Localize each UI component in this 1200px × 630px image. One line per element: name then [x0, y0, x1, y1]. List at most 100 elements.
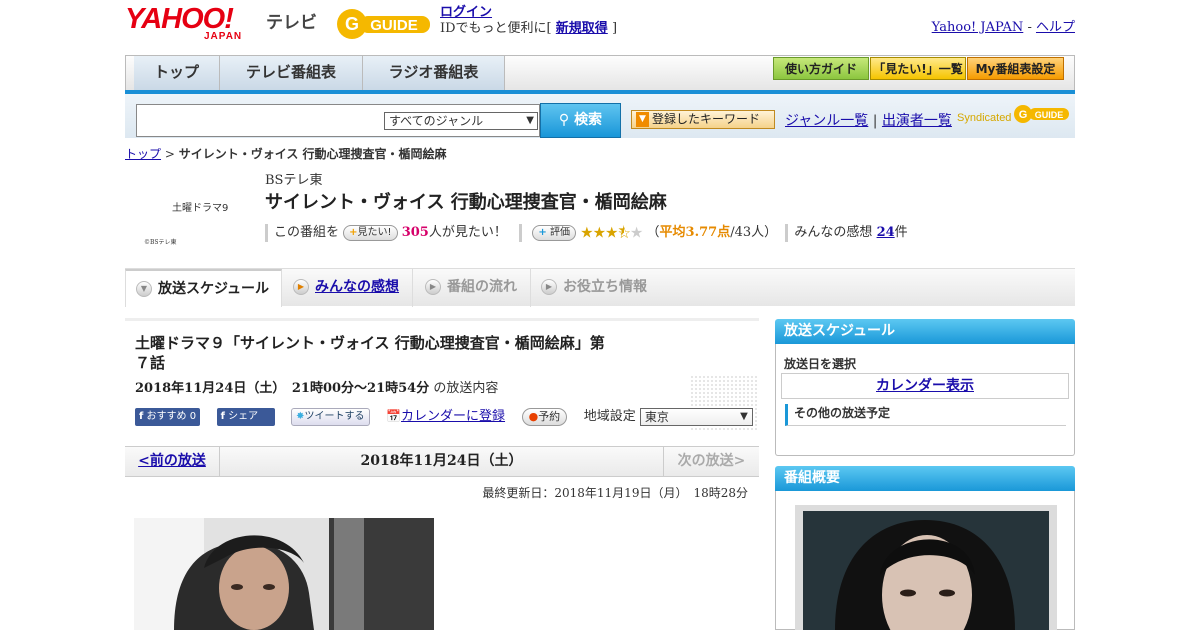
breadcrumb-top[interactable]: トップ: [125, 147, 161, 161]
want-list-button[interactable]: 「見たい!」一覧: [870, 57, 966, 80]
want-button[interactable]: +見たい!: [343, 224, 398, 241]
syndicated-guide-text: GUIDE: [1035, 110, 1064, 120]
region-select[interactable]: 東京 ▼: [639, 407, 753, 426]
program-title: サイレント・ヴォイス 行動心理捜査官・楯岡絵麻: [265, 192, 667, 213]
share-label: シェア: [228, 410, 259, 422]
tv-label[interactable]: テレビ: [266, 8, 317, 33]
program-key-visual: [795, 505, 1057, 630]
plus-icon: +: [538, 226, 547, 238]
gguide-text: GUIDE: [370, 17, 418, 34]
tab-useful-info[interactable]: ▶ お役立ち情報: [531, 269, 661, 307]
tab-reviews[interactable]: ▶ みんなの感想: [283, 269, 413, 307]
rating-open: （: [646, 225, 660, 240]
calendar-icon: 📅: [386, 409, 402, 423]
japan-logo-text: JAPAN: [204, 31, 243, 42]
record-dot-icon: ●: [528, 409, 539, 423]
top-links: Yahoo! JAPAN - ヘルプ: [932, 16, 1075, 35]
episode-date-value: 2018年11月24日（土） 21時00分～21時54分: [135, 381, 430, 396]
genre-links-divider: |: [872, 113, 878, 129]
facebook-icon: f: [220, 410, 225, 422]
tab-reviews-label: みんなの感想: [315, 279, 399, 295]
tweet-button[interactable]: ✸ツイートする: [291, 407, 370, 426]
login-area: ログイン IDでもっと便利に[ 新規取得 ]: [440, 5, 617, 37]
episode-photo: [134, 518, 434, 630]
keyword-button-label: 登録したキーワード: [652, 112, 761, 126]
chevron-down-icon: ▼: [136, 281, 152, 297]
syndicated-text: Syndicated: [957, 112, 1011, 124]
dropdown-arrow-icon: ▼: [636, 112, 649, 127]
performer-list-link[interactable]: 出演者一覧: [882, 113, 952, 129]
stats-divider: [785, 223, 789, 242]
chevron-down-icon: ▼: [740, 410, 748, 422]
program-stats: この番組を +見たい! 305人が見たい！ + 評価 ★★★☆ ★ ★ （平均3.7…: [265, 221, 908, 242]
rating-average: 平均3.77点: [659, 225, 731, 240]
help-link[interactable]: ヘルプ: [1036, 20, 1075, 35]
rating-button-label: 評価: [549, 226, 570, 238]
next-broadcast-link[interactable]: 次の放送>: [663, 447, 759, 476]
want-button-label: 見たい!: [357, 226, 392, 238]
chevron-right-icon: ▶: [425, 279, 441, 295]
facebook-recommend-button[interactable]: f おすすめ 0: [135, 407, 201, 426]
breadcrumb-current: サイレント・ヴォイス 行動心理捜査官・楯岡絵麻: [178, 147, 447, 161]
want-prefix: この番組を: [274, 225, 340, 240]
episode-actions: f おすすめ 0 f シェア ✸ツイートする 📅カレンダーに登録 ●予約 地域設…: [135, 405, 753, 426]
login-text: IDでもっと便利に[: [440, 21, 552, 36]
rating-stars: ★★★☆ ★ ★: [580, 221, 643, 242]
channel-name: BSテレ東: [265, 173, 323, 188]
nav-tab-radio[interactable]: ラジオ番組表: [363, 56, 505, 91]
yahoo-japan-link[interactable]: Yahoo! JAPAN: [932, 20, 1024, 35]
rating-button[interactable]: + 評価: [532, 224, 576, 241]
broadcast-pager: <前の放送 2018年11月24日（土） 次の放送>: [125, 446, 759, 477]
my-schedule-button[interactable]: My番組表設定: [967, 57, 1064, 80]
chevron-right-icon: ▶: [293, 279, 309, 295]
want-suffix: 人が見たい！: [428, 225, 507, 240]
nav-tab-top[interactable]: トップ: [134, 56, 220, 91]
tab-program-flow[interactable]: ▶ 番組の流れ: [415, 269, 531, 307]
program-logo-credit: ©BSテレ東: [144, 239, 177, 246]
gguide-logo[interactable]: G GUIDE: [334, 6, 434, 42]
login-link[interactable]: ログイン: [440, 5, 492, 20]
region-select-value: 東京: [644, 409, 669, 424]
previous-broadcast-link[interactable]: <前の放送: [125, 447, 220, 476]
reserve-button[interactable]: ●予約: [521, 407, 568, 426]
main-nav: トップ テレビ番組表 ラジオ番組表 使い方ガイド 「見たい!」一覧 My番組表設…: [125, 55, 1075, 92]
yahoo-japan-logo[interactable]: YAHOO! JAPAN: [125, 5, 263, 43]
chevron-right-icon: ▶: [541, 279, 557, 295]
breadcrumb: トップ > サイレント・ヴォイス 行動心理捜査官・楯岡絵麻: [125, 145, 447, 162]
episode-date: 2018年11月24日（土） 21時00分～21時54分 の放送内容: [135, 377, 498, 396]
nav-tab-tv[interactable]: テレビ番組表: [220, 56, 363, 91]
stats-divider: [265, 223, 268, 242]
episode-title: 土曜ドラマ９「サイレント・ヴォイス 行動心理捜査官・楯岡絵麻」第７話: [135, 334, 605, 372]
select-date-label: 放送日を選択: [784, 357, 857, 371]
tweet-label: ツイートする: [304, 410, 365, 422]
region-label: 地域設定: [583, 409, 636, 424]
calendar-register-link[interactable]: カレンダーに登録: [401, 409, 505, 424]
stats-divider: [519, 223, 523, 242]
calendar-display-button[interactable]: カレンダー表示: [781, 373, 1069, 399]
genre-select-value: すべてのジャンル: [389, 114, 484, 128]
search-button-label: 検索: [574, 112, 603, 128]
keyword-button[interactable]: ▼ 登録したキーワード: [631, 110, 775, 129]
login-text-end: ]: [611, 21, 618, 36]
facebook-share-button[interactable]: f シェア: [216, 407, 275, 426]
other-schedule-heading: その他の放送予定: [785, 404, 1066, 426]
tab-schedule[interactable]: ▼ 放送スケジュール: [125, 269, 282, 307]
register-link[interactable]: 新規取得: [556, 21, 608, 36]
search-icon: ⚲: [558, 112, 570, 128]
usage-guide-button[interactable]: 使い方ガイド: [773, 57, 869, 80]
reviews-suffix: 件: [894, 225, 908, 240]
svg-text:G: G: [345, 14, 359, 34]
reviews-count-link[interactable]: 24: [877, 225, 895, 240]
chevron-down-icon: ▼: [526, 115, 534, 126]
program-logo-text: 土曜ドラマ9: [172, 203, 229, 214]
rating-count: /43人）: [730, 225, 778, 240]
svg-text:G: G: [1019, 109, 1028, 121]
program-logo: 土曜ドラマ9 ©BSテレ東: [136, 173, 256, 253]
genre-links: ジャンル一覧 | 出演者一覧: [785, 110, 952, 130]
genre-list-link[interactable]: ジャンル一覧: [785, 113, 868, 129]
facebook-icon: f: [139, 410, 144, 422]
genre-select[interactable]: すべてのジャンル ▼: [384, 112, 538, 130]
search-button[interactable]: ⚲ 検索: [540, 103, 621, 138]
current-broadcast-date: 2018年11月24日（土）: [360, 453, 523, 469]
syndicated-gguide-logo: Syndicated G GUIDE: [957, 104, 1072, 128]
